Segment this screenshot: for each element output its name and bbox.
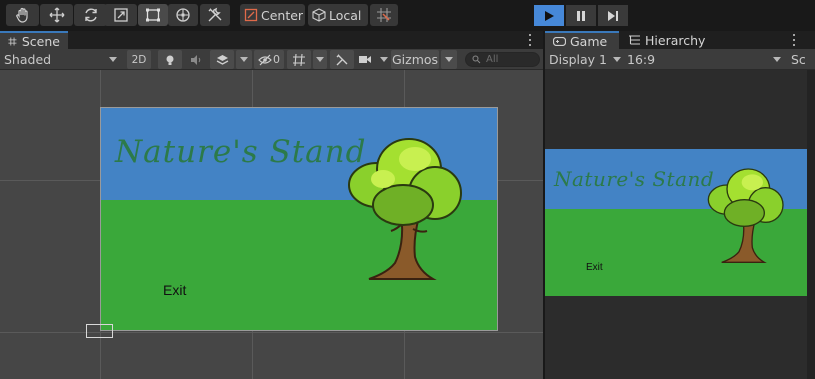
pivot-rotation-toggle[interactable]: Local <box>308 4 368 26</box>
scale-tool-button[interactable] <box>104 4 137 26</box>
game-view-toolbar: Display 1 16:9 Sc <box>545 49 815 70</box>
display-dropdown[interactable]: Display 1 <box>549 50 623 69</box>
layers-icon <box>216 54 228 65</box>
chevron-down-icon <box>445 57 453 62</box>
tab-scene[interactable]: Scene <box>0 31 68 49</box>
exit-button[interactable]: Exit <box>586 262 603 273</box>
grid-dropdown[interactable] <box>313 50 327 69</box>
gizmos-label: Gizmos <box>391 52 439 67</box>
tab-hierarchy[interactable]: Hierarchy <box>621 31 721 49</box>
chevron-down-icon <box>613 57 621 62</box>
tree-image <box>707 168 784 263</box>
game-panel-menu-icon[interactable] <box>789 33 799 47</box>
grid-icon <box>293 53 305 66</box>
scene-search-input[interactable]: All <box>465 52 540 67</box>
pause-icon <box>577 10 585 21</box>
shading-mode-dropdown[interactable]: Shaded <box>4 50 120 69</box>
play-icon <box>545 10 554 21</box>
scale-icon <box>113 8 128 22</box>
transform-tool-button[interactable] <box>168 4 198 26</box>
game-scrollbar[interactable] <box>807 70 815 379</box>
hierarchy-icon <box>629 35 640 45</box>
gizmos-dropdown[interactable] <box>441 50 457 69</box>
scene-tab-bar: Scene <box>0 31 543 49</box>
game-title: Nature's Stand <box>115 134 367 170</box>
effects-toggle[interactable] <box>210 50 234 69</box>
display-label: Display 1 <box>549 52 608 67</box>
audio-toggle[interactable] <box>186 50 206 69</box>
game-canvas: Nature's Stand Exit <box>545 149 807 296</box>
tab-scene-label: Scene <box>21 33 60 49</box>
selection-rect <box>86 324 113 338</box>
search-icon <box>472 55 481 64</box>
local-cube-icon <box>312 8 326 22</box>
pivot-rotation-label: Local <box>329 7 362 23</box>
pivot-mode-label: Center <box>261 7 304 23</box>
speaker-icon <box>191 54 201 65</box>
pivot-mode-toggle[interactable]: Center <box>240 4 305 26</box>
tab-game[interactable]: Game <box>545 31 619 49</box>
hidden-count: 0 <box>273 53 280 66</box>
grid-toggle[interactable] <box>287 50 311 69</box>
game-title: Nature's Stand <box>554 167 715 191</box>
tree-image <box>348 138 462 280</box>
rotate-tool-button[interactable] <box>74 4 107 26</box>
game-tab-bar: Game Hierarchy <box>545 31 815 49</box>
tab-hierarchy-label: Hierarchy <box>645 32 706 48</box>
grid-snap-button[interactable] <box>370 4 398 26</box>
aspect-dropdown[interactable]: 16:9 <box>627 50 783 69</box>
camera-settings-dropdown[interactable] <box>358 50 388 69</box>
gamepad-icon <box>553 36 566 46</box>
play-button[interactable] <box>534 5 564 26</box>
lighting-toggle[interactable] <box>158 50 182 69</box>
rect-tool-button[interactable] <box>138 4 168 26</box>
custom-tools-button[interactable] <box>200 4 230 26</box>
scale-label: Sc <box>791 52 806 67</box>
grid-snap-icon <box>377 8 391 22</box>
scene-visibility-toggle[interactable]: 0 <box>254 50 284 69</box>
tab-game-label: Game <box>570 33 608 49</box>
chevron-down-icon <box>380 57 388 62</box>
2d-mode-label: 2D <box>131 53 147 66</box>
exit-button[interactable]: Exit <box>163 282 186 298</box>
chevron-down-icon <box>109 57 117 62</box>
rect-tool-icon <box>146 8 160 22</box>
pivot-center-icon <box>244 8 258 22</box>
shading-mode-label: Shaded <box>4 52 52 67</box>
rotate-icon <box>84 8 97 22</box>
scene-grid-icon <box>8 36 17 46</box>
move-tool-button[interactable] <box>40 4 73 26</box>
scale-slider[interactable]: Sc <box>791 50 815 69</box>
grid-line <box>0 332 543 333</box>
pause-button[interactable] <box>566 5 596 26</box>
move-icon <box>49 7 64 23</box>
scene-view-toolbar: Shaded 2D 0 Gizmos All <box>0 49 543 70</box>
custom-tools-icon <box>208 7 222 22</box>
chevron-down-icon <box>240 57 248 62</box>
aspect-label: 16:9 <box>627 52 656 67</box>
transform-icon <box>176 8 190 22</box>
camera-icon <box>359 56 371 63</box>
scene-viewport[interactable]: Nature's Stand Exit <box>0 70 543 379</box>
hand-icon <box>15 7 28 23</box>
search-placeholder: All <box>486 54 499 65</box>
step-icon <box>608 10 618 21</box>
2d-mode-toggle[interactable]: 2D <box>127 50 151 69</box>
chevron-down-icon <box>773 57 781 62</box>
chevron-down-icon <box>316 57 324 62</box>
step-button[interactable] <box>598 5 628 26</box>
hand-tool-button[interactable] <box>6 4 39 26</box>
game-viewport[interactable]: Nature's Stand Exit <box>545 70 807 379</box>
scene-panel-menu-icon[interactable] <box>525 33 535 47</box>
scene-tools-toggle[interactable] <box>330 50 354 69</box>
main-toolbar: Center Local <box>0 0 815 31</box>
effects-dropdown[interactable] <box>236 50 252 69</box>
light-bulb-icon <box>166 55 174 65</box>
tools-icon <box>336 54 348 65</box>
scene-canvas[interactable]: Nature's Stand Exit <box>100 107 498 331</box>
hidden-eye-icon <box>258 54 272 65</box>
gizmos-toggle[interactable]: Gizmos <box>391 50 439 69</box>
